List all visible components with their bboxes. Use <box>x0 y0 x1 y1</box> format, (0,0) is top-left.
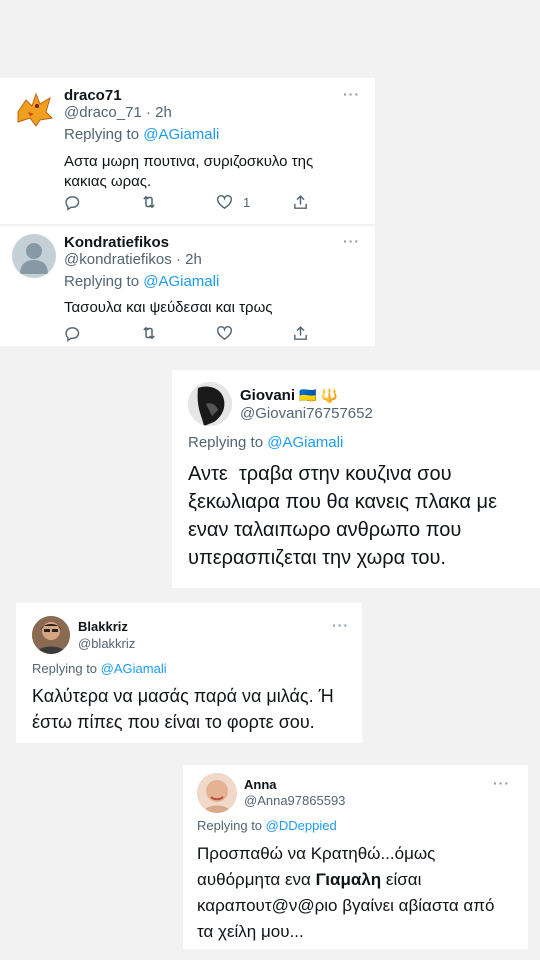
replying-to: Replying to @AGiamali <box>64 126 219 143</box>
tweet-text-line: έστω πίπες που είναι το φορτε σου. <box>32 712 315 732</box>
tweet-card-anna[interactable]: Anna @Anna97865593 ··· Replying to @DDep… <box>183 765 528 949</box>
author-name[interactable]: draco71 <box>64 87 122 104</box>
retweet-icon <box>143 326 155 340</box>
tweet-card-giovani[interactable]: Giovani 🇺🇦 🔱 @Giovani76757652 Replying t… <box>172 370 540 588</box>
share-button[interactable] <box>292 325 332 342</box>
tweet-text-line: Καλύτερα να μασάς παρά να μιλάς. Ή <box>32 686 334 706</box>
heart-icon <box>216 194 233 209</box>
default-user-avatar-icon <box>20 243 48 274</box>
mention-link[interactable]: @AGiamali <box>143 126 219 143</box>
more-options-icon[interactable]: ··· <box>332 617 349 633</box>
more-options-icon[interactable]: ··· <box>493 775 510 791</box>
more-options-icon[interactable]: ··· <box>343 233 360 249</box>
avatar[interactable] <box>188 382 232 426</box>
tweet-text: Προσπαθώ να Κρατηθώ...όμως αυθόρμητα ενα… <box>197 841 494 945</box>
author-name[interactable]: Kondratiefikos <box>64 234 169 251</box>
share-icon <box>294 194 307 209</box>
author-handle[interactable]: @Giovani76757652 <box>240 405 373 422</box>
tweet-text-line: καραπουτ@ν@ριο βγαίνει αβίαστα από <box>197 896 495 915</box>
tweet-text-line: Προσπαθώ να Κρατηθώ...όμως <box>197 844 436 863</box>
reply-button[interactable] <box>64 194 140 211</box>
avatar[interactable] <box>32 616 70 654</box>
avatar[interactable] <box>197 773 237 813</box>
avatar[interactable] <box>12 86 56 130</box>
author-handle[interactable]: @blakkriz <box>78 636 135 651</box>
name-emoji: 🇺🇦 🔱 <box>299 387 338 403</box>
reply-button[interactable] <box>64 325 140 342</box>
replying-to: Replying to @AGiamali <box>64 273 219 290</box>
tweet-text-bold: Γιαμαλη <box>315 870 382 889</box>
reply-icon <box>65 195 80 211</box>
like-button[interactable]: 1 <box>216 194 292 211</box>
tweet-text-segment: αυθόρμητα ενα <box>197 870 316 889</box>
heart-icon <box>216 325 233 340</box>
author-handle[interactable]: @Anna97865593 <box>244 793 345 808</box>
author-handle[interactable]: @draco_71 · 2h <box>64 104 172 121</box>
tweet-text-line: Τασουλα και ψεύδεσαι και τρως <box>64 299 273 316</box>
tweet-text-line: εναν ταλαιπωρο ανθρωπο που <box>188 519 462 541</box>
like-count: 1 <box>243 194 251 210</box>
reply-icon <box>65 326 80 342</box>
tweet-text-line: υπερασπιζεται την χωρα του. <box>188 547 446 569</box>
tweet-text-line: ξεκωλιαρα που θα κανεις πλακα με <box>188 491 497 513</box>
tweet-text-line: Αστα μωρη πουτινα, συριζοσκυλο της <box>64 153 314 170</box>
replying-to-label: Replying to <box>197 818 266 833</box>
author-name-text: Giovani <box>240 387 296 404</box>
share-icon <box>294 325 307 340</box>
tweet-text: Καλύτερα να μασάς παρά να μιλάς. Ή έστω … <box>32 683 334 735</box>
replying-to-label: Replying to <box>32 661 101 676</box>
mention-link[interactable]: @AGiamali <box>143 273 219 290</box>
tweet-card-draco71[interactable]: draco71 @draco_71 · 2h ··· Replying to @… <box>0 78 375 224</box>
tweet-text-line: Αντε τραβα στην κουζινα σου <box>188 463 452 485</box>
replying-to-label: Replying to <box>64 273 144 290</box>
avatar[interactable] <box>12 234 56 278</box>
tweet-actions <box>64 324 332 342</box>
woman-portrait-avatar-icon <box>197 773 237 813</box>
author-name[interactable]: Giovani 🇺🇦 🔱 <box>240 387 338 404</box>
share-button[interactable] <box>292 194 332 211</box>
man-portrait-avatar-icon <box>32 616 70 654</box>
retweet-icon <box>143 195 155 209</box>
replying-to: Replying to @AGiamali <box>188 434 343 451</box>
retweet-button[interactable] <box>140 324 216 342</box>
dark-profile-avatar-icon <box>188 382 232 426</box>
tweet-text-segment: είσαι <box>381 870 422 889</box>
tweet-text-line: κακιας ωρας. <box>64 173 152 190</box>
retweet-button[interactable] <box>140 193 216 211</box>
replying-to: Replying to @AGiamali <box>32 661 167 676</box>
dragon-avatar-icon <box>17 92 54 127</box>
tweet-text: Αστα μωρη πουτινα, συριζοσκυλο της κακια… <box>64 152 313 192</box>
replying-to-label: Replying to <box>64 126 144 143</box>
tweet-card-blakkriz[interactable]: Blakkriz @blakkriz ··· Replying to @AGia… <box>16 603 362 743</box>
mention-link[interactable]: @AGiamali <box>267 434 343 451</box>
author-name[interactable]: Anna <box>244 777 277 792</box>
tweet-text: Τασουλα και ψεύδεσαι και τρως <box>64 298 273 318</box>
mention-link[interactable]: @AGiamali <box>101 661 167 676</box>
replying-to-label: Replying to <box>188 434 268 451</box>
mention-link[interactable]: @DDeppied <box>266 818 337 833</box>
more-options-icon[interactable]: ··· <box>343 86 360 102</box>
tweet-card-kondratiefikos[interactable]: Kondratiefikos @kondratiefikos · 2h ··· … <box>0 226 375 346</box>
tweet-text-line: αυθόρμητα ενα Γιαμαλη είσαι <box>197 867 494 893</box>
tweet-text-line: τα χείλη μου... <box>197 922 304 941</box>
tweet-actions: 1 <box>64 193 332 211</box>
author-name[interactable]: Blakkriz <box>78 619 128 634</box>
tweet-text: Αντε τραβα στην κουζινα σου ξεκωλιαρα πο… <box>188 460 497 572</box>
author-handle[interactable]: @kondratiefikos · 2h <box>64 251 202 268</box>
replying-to: Replying to @DDeppied <box>197 818 337 833</box>
like-button[interactable] <box>216 325 292 342</box>
